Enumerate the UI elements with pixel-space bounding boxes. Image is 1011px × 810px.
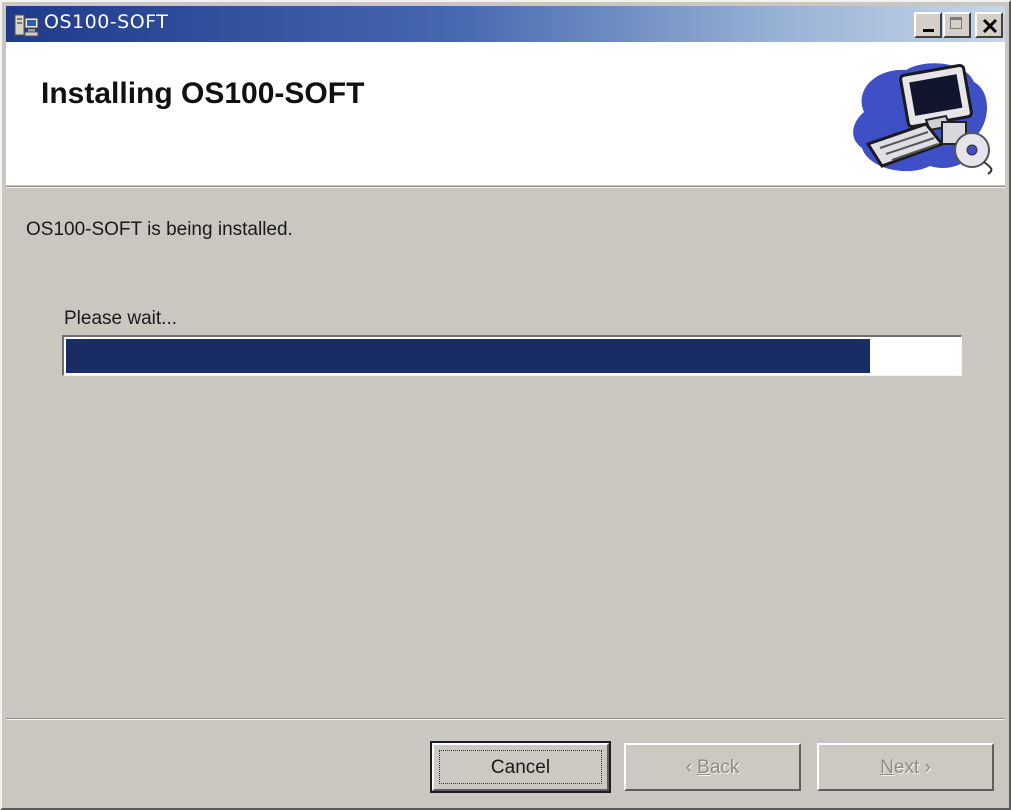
please-wait-label: Please wait... bbox=[64, 308, 177, 329]
cancel-button-label: Cancel bbox=[490, 757, 551, 778]
progress-bar-fill bbox=[66, 339, 870, 373]
install-status-text: OS100-SOFT is being installed. bbox=[26, 219, 293, 240]
back-button-label: ‹ Back bbox=[626, 757, 799, 779]
header-panel: Installing OS100-SOFT bbox=[6, 42, 1005, 185]
installer-window: OS100-SOFT Installing OS100-SOFT OS100-S… bbox=[0, 0, 1011, 810]
back-mnemonic: B bbox=[697, 757, 710, 778]
minimize-button[interactable] bbox=[914, 12, 942, 38]
next-button[interactable]: Next › bbox=[817, 743, 994, 791]
window-title: OS100-SOFT bbox=[44, 11, 169, 33]
installer-app-icon bbox=[14, 14, 39, 37]
back-button[interactable]: ‹ Back bbox=[624, 743, 801, 791]
maximize-button bbox=[943, 12, 971, 38]
close-icon bbox=[982, 18, 998, 34]
install-progress-bar bbox=[62, 335, 962, 376]
title-bar[interactable]: OS100-SOFT bbox=[6, 6, 1005, 42]
next-arrow: › bbox=[924, 757, 931, 778]
footer-divider bbox=[6, 718, 1005, 720]
header-divider bbox=[6, 186, 1005, 188]
back-arrow: ‹ bbox=[685, 757, 692, 778]
page-title: Installing OS100-SOFT bbox=[41, 77, 365, 110]
next-label-rest: ext bbox=[893, 757, 920, 778]
cancel-button[interactable]: Cancel bbox=[430, 741, 611, 793]
back-label-rest: ack bbox=[709, 757, 740, 778]
computer-setup-icon bbox=[853, 63, 993, 175]
next-button-label: Next › bbox=[819, 757, 992, 779]
close-button[interactable] bbox=[975, 12, 1003, 38]
next-mnemonic: N bbox=[880, 757, 894, 778]
